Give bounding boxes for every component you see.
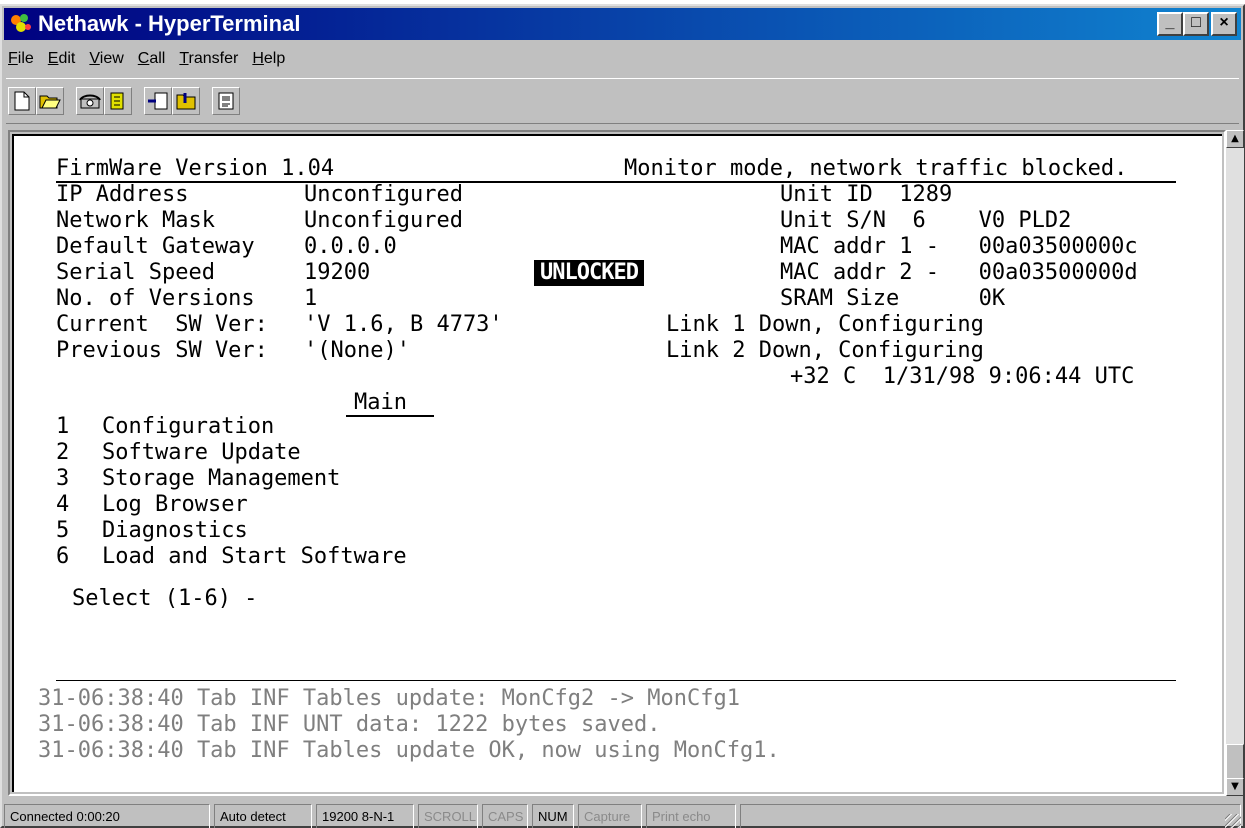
info-label: Previous SW Ver: (56, 338, 268, 363)
terminal-frame: FirmWare Version 1.04 Monitor mode, netw… (8, 130, 1226, 796)
title-bar[interactable]: Nethawk - HyperTerminal _ □ × (4, 8, 1241, 40)
info-label: No. of Versions (56, 286, 255, 311)
select-prompt[interactable]: Select (1-6) - (72, 586, 257, 612)
resize-grip-icon[interactable] (1225, 814, 1241, 828)
menu-call[interactable]: Call (138, 50, 166, 68)
menu-title: Main (354, 390, 407, 415)
menu-item-number: 5 (56, 518, 70, 543)
ip-address-value: Unconfigured (304, 182, 463, 207)
menu-item-number: 6 (56, 544, 70, 569)
scroll-up-icon[interactable]: ▲ (1226, 130, 1244, 148)
unit-info-line: SRAM Size 0K (780, 286, 1006, 311)
log-separator (56, 680, 1176, 681)
firmware-version: FirmWare Version 1.04 (56, 156, 335, 181)
menu-bar: File Edit View Call Transfer Help (8, 46, 285, 72)
default-gateway-value: 0.0.0.0 (304, 234, 397, 259)
status-filler (740, 804, 1241, 828)
previous-sw-version-value: '(None)' (304, 338, 410, 363)
info-label: Default Gateway (56, 234, 255, 259)
scroll-indicator: SCROLL (418, 804, 478, 828)
versions-count-value: 1 (304, 286, 318, 311)
menu-item-number: 1 (56, 414, 70, 439)
emulation-detect: Auto detect (214, 804, 312, 828)
terminal-screen[interactable]: FirmWare Version 1.04 Monitor mode, netw… (12, 134, 1222, 792)
toolbar (6, 78, 1239, 124)
lock-status-badge: UNLOCKED (534, 260, 644, 286)
properties-icon[interactable] (212, 87, 240, 115)
unit-info-line: MAC addr 2 - 00a03500000d (780, 260, 1138, 285)
num-indicator: NUM (532, 804, 574, 828)
link1-status: Link 1 Down, Configuring (666, 312, 984, 337)
current-sw-version-value: 'V 1.6, B 4773' (304, 312, 503, 337)
menu-help[interactable]: Help (252, 50, 285, 68)
unit-info-line: Unit ID 1289 (780, 182, 953, 207)
menu-item-diagnostics[interactable]: Diagnostics (102, 518, 248, 544)
connection-time: Connected 0:00:20 (4, 804, 210, 828)
info-label: IP Address (56, 182, 189, 207)
menu-item-number: 3 (56, 466, 70, 491)
menu-item-number: 2 (56, 440, 70, 465)
disconnect-icon[interactable] (104, 87, 132, 115)
menu-item-software-update[interactable]: Software Update (102, 440, 301, 466)
port-settings: 19200 8-N-1 (316, 804, 414, 828)
info-label: Network Mask (56, 208, 215, 233)
unit-info-line: Unit S/N 6 V0 PLD2 (780, 208, 1072, 233)
hyperterminal-window: Nethawk - HyperTerminal _ □ × File Edit … (0, 4, 1245, 828)
temperature-time: +32 C 1/31/98 9:06:44 UTC (790, 364, 1135, 389)
dial-icon[interactable] (76, 87, 104, 115)
log-line: 31-06:38:40 Tab INF UNT data: 1222 bytes… (38, 712, 661, 737)
menu-title-underline (346, 415, 434, 417)
info-label: Current SW Ver: (56, 312, 268, 337)
window-title: Nethawk - HyperTerminal (38, 11, 301, 36)
menu-edit[interactable]: Edit (48, 50, 76, 68)
scroll-down-icon[interactable]: ▼ (1226, 778, 1244, 796)
header-rule (56, 181, 1176, 183)
hyperterminal-app-icon[interactable] (8, 12, 34, 36)
menu-item-number: 4 (56, 492, 70, 517)
caps-indicator: CAPS (482, 804, 528, 828)
menu-view[interactable]: View (89, 50, 123, 68)
log-line: 31-06:38:40 Tab INF Tables update OK, no… (38, 738, 780, 763)
menu-item-storage-management[interactable]: Storage Management (102, 466, 340, 492)
send-icon[interactable] (144, 87, 172, 115)
maximize-button[interactable]: □ (1183, 12, 1209, 36)
link2-status: Link 2 Down, Configuring (666, 338, 984, 363)
menu-transfer[interactable]: Transfer (179, 50, 238, 68)
network-mask-value: Unconfigured (304, 208, 463, 233)
minimize-button[interactable]: _ (1157, 12, 1183, 36)
capture-indicator: Capture (578, 804, 642, 828)
menu-item-log-browser[interactable]: Log Browser (102, 492, 248, 518)
monitor-mode-status: Monitor mode, network traffic blocked. (624, 156, 1128, 181)
serial-speed-value: 19200 (304, 260, 371, 285)
new-icon[interactable] (8, 87, 36, 115)
info-label: Serial Speed (56, 260, 215, 285)
vertical-scrollbar[interactable]: ▲ ▼ (1226, 130, 1244, 796)
print-echo-indicator: Print echo (646, 804, 736, 828)
log-line: 31-06:38:40 Tab INF Tables update: MonCf… (38, 686, 740, 711)
menu-file[interactable]: File (8, 50, 34, 68)
receive-icon[interactable] (172, 87, 200, 115)
unit-info-line: MAC addr 1 - 00a03500000c (780, 234, 1138, 259)
menu-item-load-and-start[interactable]: Load and Start Software (102, 544, 407, 570)
open-icon[interactable] (36, 87, 64, 115)
status-bar: Connected 0:00:20 Auto detect 19200 8-N-… (4, 802, 1241, 828)
menu-item-configuration[interactable]: Configuration (102, 414, 274, 440)
close-button[interactable]: × (1211, 12, 1237, 36)
